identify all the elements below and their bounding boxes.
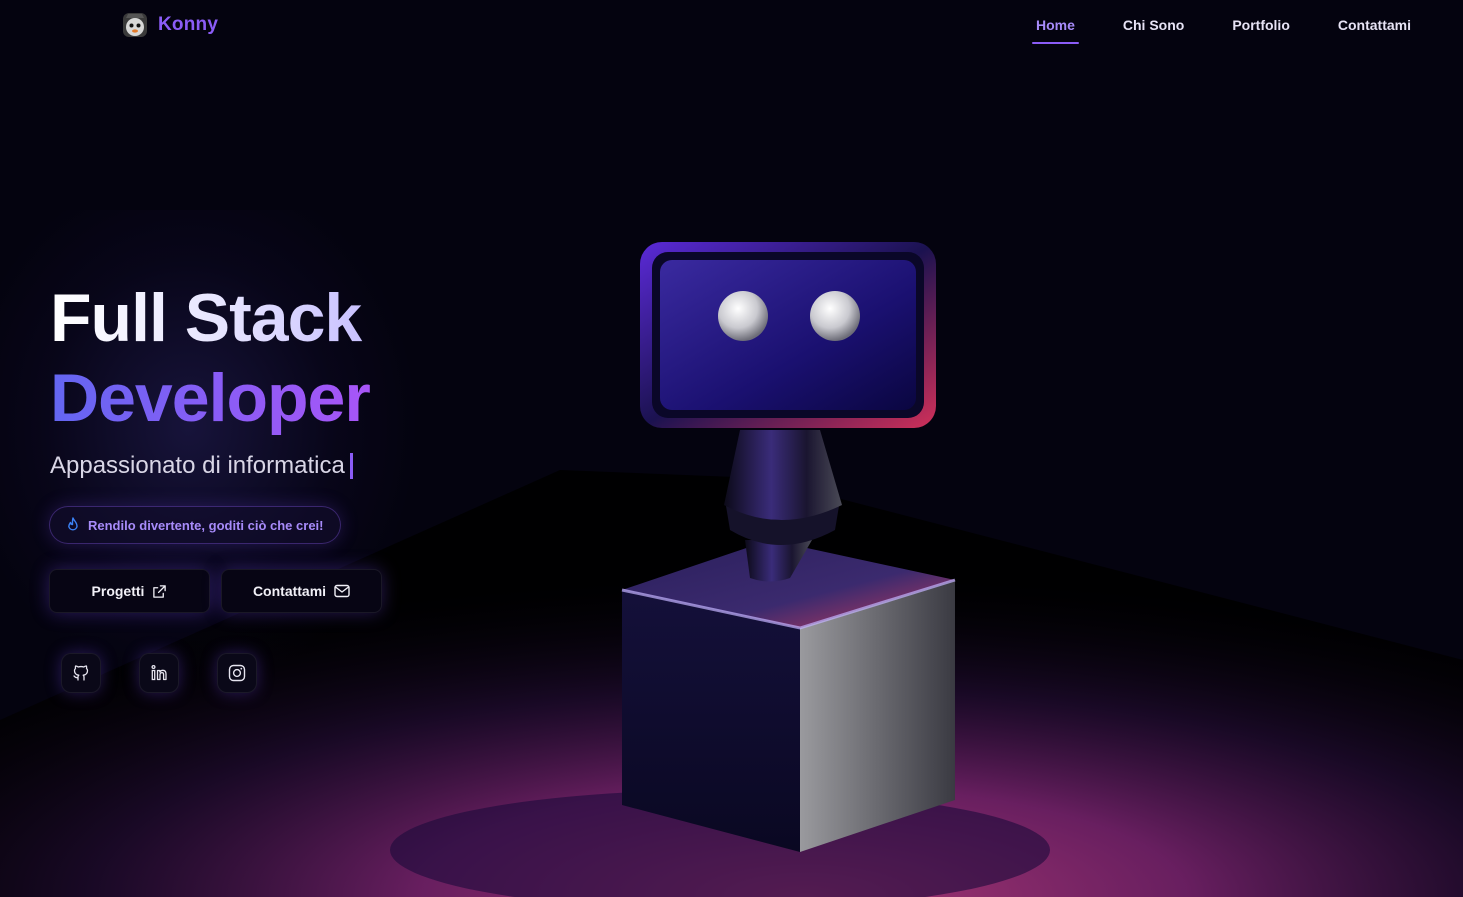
hero-tagline: Appassionato di informatica [50,452,353,480]
hero-title-line2: Developer [50,360,371,436]
contact-button[interactable]: Contattami [221,569,382,613]
github-icon [71,663,91,683]
instagram-icon [227,663,247,683]
github-link[interactable] [61,653,101,693]
projects-button-label: Progetti [91,583,145,599]
nav-portfolio[interactable]: Portfolio [1228,16,1294,44]
brand-link[interactable]: Konny [120,10,218,40]
nav-contattami[interactable]: Contattami [1334,16,1415,44]
nav-chi-sono[interactable]: Chi Sono [1119,16,1188,44]
main-menu: Home Chi Sono Portfolio Contattami [1031,16,1415,44]
tagline-text: Appassionato di informatica [50,452,345,479]
linkedin-link[interactable] [139,653,179,693]
motto-text: Rendilo divertente, goditi ciò che crei! [88,517,324,533]
instagram-link[interactable] [217,653,257,693]
top-navbar: Konny Home Chi Sono Portfolio Contattami [0,0,1463,52]
typing-caret [349,453,353,479]
avatar-logo-icon [120,10,150,40]
flame-icon [66,517,80,533]
external-link-icon [152,584,167,599]
hero-title: Full Stack Developer [50,278,371,438]
projects-button[interactable]: Progetti [49,569,210,613]
mail-icon [334,584,350,598]
contact-button-label: Contattami [252,583,327,599]
brand-name: Konny [158,14,219,35]
nav-home[interactable]: Home [1031,16,1079,44]
linkedin-icon [149,663,169,683]
hero-title-line1: Full Stack [50,278,370,358]
motto-badge: Rendilo divertente, goditi ciò che crei! [49,506,341,544]
